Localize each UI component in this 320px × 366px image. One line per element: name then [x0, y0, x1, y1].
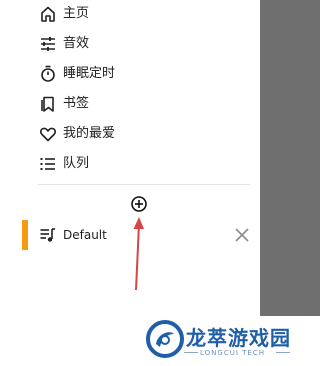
equalizer-icon: [39, 35, 57, 53]
menu-item-label: 书签: [63, 96, 90, 111]
menu-item-favorites[interactable]: 我的最爱: [0, 120, 250, 150]
close-icon[interactable]: [233, 226, 251, 244]
navigation-drawer: 主页 音效 睡眠定时 书签 我的最爱 队列 Default: [0, 0, 260, 366]
menu-divider: [38, 184, 250, 185]
playlist-music-icon: [39, 226, 57, 244]
watermark-rule-right: [276, 352, 290, 353]
bookmark-icon: [39, 95, 57, 113]
watermark-subtitle: LONGCUI TECH: [200, 349, 265, 357]
add-queue-button[interactable]: [130, 195, 148, 213]
queue-list-icon: [39, 155, 57, 173]
menu-item-sound-effects[interactable]: 音效: [0, 30, 250, 60]
watermark: 龙萃游戏园 LONGCUI TECH: [146, 318, 320, 366]
home-icon: [39, 5, 57, 23]
queue-item-label: Default: [63, 228, 107, 242]
watermark-title: 龙萃游戏园: [186, 326, 291, 350]
menu-item-sleep-timer[interactable]: 睡眠定时: [0, 60, 250, 90]
watermark-logo-icon: [146, 320, 184, 358]
menu-item-label: 睡眠定时: [63, 66, 116, 81]
queue-selected-indicator: [22, 220, 28, 250]
menu-item-queue[interactable]: 队列: [0, 150, 250, 180]
timer-icon: [39, 65, 57, 83]
menu-item-label: 队列: [63, 156, 90, 171]
watermark-rule-left: [184, 352, 198, 353]
add-circle-icon: [130, 195, 148, 213]
annotation-arrow: [124, 214, 146, 294]
menu-item-bookmarks[interactable]: 书签: [0, 90, 250, 120]
heart-icon: [39, 125, 57, 143]
menu-item-label: 主页: [63, 6, 90, 21]
menu-item-label: 音效: [63, 36, 90, 51]
menu-item-home[interactable]: 主页: [0, 0, 250, 30]
menu-item-label: 我的最爱: [63, 126, 116, 141]
drawer-scrim[interactable]: [260, 0, 320, 316]
